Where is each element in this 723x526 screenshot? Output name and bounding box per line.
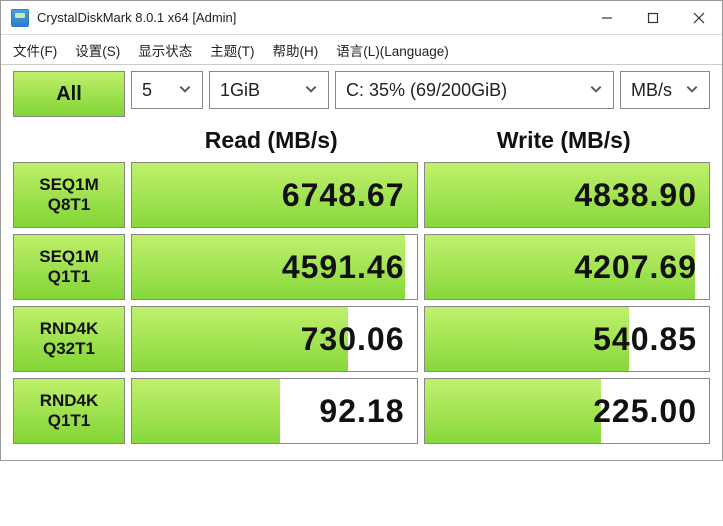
chevron-down-icon: [178, 80, 192, 101]
close-button[interactable]: [676, 1, 722, 35]
read-cell: 730.06: [131, 306, 418, 372]
menu-settings[interactable]: 设置(S): [75, 40, 120, 60]
all-button-label: All: [56, 83, 82, 106]
read-cell: 6748.67: [131, 162, 418, 228]
test-size-select[interactable]: 1GiB: [209, 71, 329, 109]
read-value: 730.06: [301, 321, 405, 358]
select-group: 5 1GiB C: 35% (69/200GiB) MB/s: [131, 71, 710, 117]
test-label-line2: Q1T1: [48, 267, 91, 287]
test-count-select[interactable]: 5: [131, 71, 203, 109]
write-cell: 225.00: [424, 378, 711, 444]
unit-select[interactable]: MB/s: [620, 71, 710, 109]
menubar: 文件(F) 设置(S) 显示状态 主题(T) 帮助(H) 语言(L)(Langu…: [1, 35, 722, 65]
maximize-button[interactable]: [630, 1, 676, 35]
minimize-button[interactable]: [584, 1, 630, 35]
write-value: 540.85: [593, 321, 697, 358]
test-label-line2: Q1T1: [48, 411, 91, 431]
test-button-rnd4k-q32t1[interactable]: RND4KQ32T1: [13, 306, 125, 372]
test-label-line1: RND4K: [40, 319, 99, 339]
all-button[interactable]: All: [13, 71, 125, 117]
minimize-icon: [601, 12, 613, 24]
titlebar: CrystalDiskMark 8.0.1 x64 [Admin]: [1, 1, 722, 35]
test-button-rnd4k-q1t1[interactable]: RND4KQ1T1: [13, 378, 125, 444]
menu-file[interactable]: 文件(F): [13, 40, 57, 60]
results-grid: SEQ1MQ8T16748.674838.90SEQ1MQ1T14591.464…: [13, 162, 710, 444]
menu-theme[interactable]: 主题(T): [210, 40, 254, 60]
test-label-line1: RND4K: [40, 391, 99, 411]
window-buttons: [584, 1, 722, 35]
test-size-value: 1GiB: [220, 80, 260, 101]
chevron-down-icon: [685, 80, 699, 101]
app-window: CrystalDiskMark 8.0.1 x64 [Admin] 文件(F) …: [0, 0, 723, 461]
window-title: CrystalDiskMark 8.0.1 x64 [Admin]: [37, 10, 236, 25]
header-write: Write (MB/s): [418, 121, 711, 162]
test-label-line1: SEQ1M: [39, 247, 99, 267]
header-read: Read (MB/s): [125, 121, 418, 162]
column-headers: Read (MB/s) Write (MB/s): [13, 121, 710, 162]
test-button-seq1m-q1t1[interactable]: SEQ1MQ1T1: [13, 234, 125, 300]
test-button-seq1m-q8t1[interactable]: SEQ1MQ8T1: [13, 162, 125, 228]
chevron-down-icon: [304, 80, 318, 101]
header-spacer: [13, 121, 125, 162]
content-area: All 5 1GiB C: 35% (69/200GiB) MB/s: [1, 65, 722, 460]
drive-select[interactable]: C: 35% (69/200GiB): [335, 71, 614, 109]
read-value: 4591.46: [282, 249, 405, 286]
progress-bar: [132, 379, 280, 443]
drive-value: C: 35% (69/200GiB): [346, 80, 507, 101]
maximize-icon: [647, 12, 659, 24]
menu-help[interactable]: 帮助(H): [273, 40, 319, 60]
write-cell: 4838.90: [424, 162, 711, 228]
write-cell: 540.85: [424, 306, 711, 372]
test-label-line2: Q8T1: [48, 195, 91, 215]
menu-language[interactable]: 语言(L)(Language): [336, 40, 449, 60]
write-value: 4838.90: [574, 177, 697, 214]
result-row: SEQ1MQ8T1 6748.67 4838.90: [13, 162, 710, 228]
result-row: RND4KQ1T1 92.18 225.00: [13, 378, 710, 444]
test-label-line2: Q32T1: [43, 339, 95, 359]
read-cell: 4591.46: [131, 234, 418, 300]
close-icon: [693, 12, 705, 24]
read-value: 6748.67: [282, 177, 405, 214]
menu-state[interactable]: 显示状态: [138, 40, 192, 60]
test-label-line1: SEQ1M: [39, 175, 99, 195]
unit-value: MB/s: [631, 80, 672, 101]
write-cell: 4207.69: [424, 234, 711, 300]
progress-bar: [425, 379, 601, 443]
read-cell: 92.18: [131, 378, 418, 444]
read-value: 92.18: [319, 393, 404, 430]
write-value: 4207.69: [574, 249, 697, 286]
controls-row: All 5 1GiB C: 35% (69/200GiB) MB/s: [13, 71, 710, 117]
chevron-down-icon: [589, 80, 603, 101]
write-value: 225.00: [593, 393, 697, 430]
test-count-value: 5: [142, 80, 152, 101]
result-row: RND4KQ32T1 730.06 540.85: [13, 306, 710, 372]
app-icon: [11, 9, 29, 27]
result-row: SEQ1MQ1T1 4591.46 4207.69: [13, 234, 710, 300]
